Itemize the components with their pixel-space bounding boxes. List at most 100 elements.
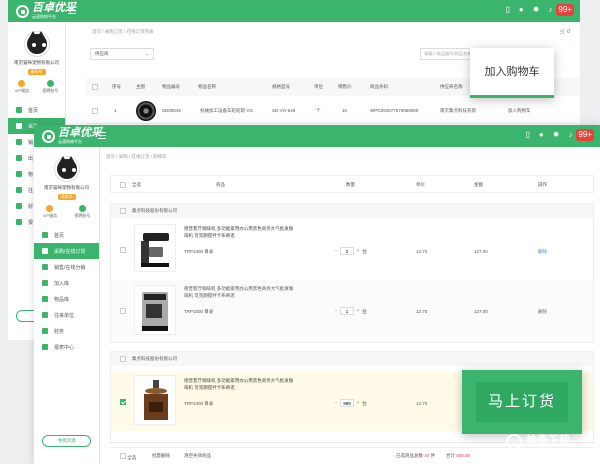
watermark-url: www.sqxz.com [534, 448, 568, 454]
quantity-stepper[interactable]: − +台 [332, 307, 367, 315]
footer-select-all[interactable]: 全选 [120, 453, 136, 461]
select-all-checkbox[interactable] [120, 182, 126, 189]
batch-delete-button[interactable]: 批量删除 [152, 453, 170, 459]
cart-counter[interactable]: 🛒 0 [560, 29, 570, 35]
vip-service[interactable]: VIP服务 [15, 80, 29, 94]
minus-icon[interactable]: − [332, 308, 340, 314]
callout-add-to-cart: 加入购物车 [470, 48, 554, 98]
item-checkbox[interactable] [120, 399, 126, 406]
cart-icon [16, 123, 22, 129]
minus-icon[interactable]: − [332, 248, 340, 254]
menu-toggle-icon[interactable] [68, 7, 76, 14]
item-desc[interactable]: 德普客厅咖啡机 多功能家用办公用黑色商务大气批发咖啡机 可克朗搅拌卡布奇诺 [184, 225, 296, 239]
brand-name: 百卓优采 [58, 127, 102, 139]
brand-sub: 云速购物平台 [58, 139, 82, 144]
plus-icon[interactable]: + [354, 400, 362, 406]
supplier-select[interactable]: 供应商 ⌄ [90, 48, 154, 60]
group-checkbox[interactable] [120, 208, 126, 215]
add-to-cart-link[interactable]: 加入购物车 [508, 108, 531, 114]
minus-icon[interactable]: − [332, 400, 340, 406]
nav-item-finance[interactable]: 财务 [34, 323, 99, 339]
item-desc[interactable]: 德普客厅咖啡机 多功能家用办公用黑色商务大气批发咖啡机 可克朗搅拌卡布奇诺 [184, 285, 296, 299]
total-amount: 合计 508.00 [446, 453, 471, 458]
top-icons: ▯ ● ✹ ♪ 99+ [505, 4, 574, 16]
badge-icon [78, 205, 86, 212]
nav-item-partners[interactable]: 往来单位 [34, 307, 99, 323]
col-header: 供应商名称 [440, 84, 463, 89]
box-icon [16, 171, 22, 177]
vip-service[interactable]: VIP服务 [43, 205, 57, 219]
row-barcode: WPO394577576969060 [370, 108, 419, 113]
recruit-account[interactable]: 招聘账号 [74, 205, 90, 219]
report-icon [16, 219, 22, 225]
account-tag: 采购号 [27, 69, 46, 75]
nav-item-purchase[interactable]: 采购/在线订货 [34, 243, 99, 259]
phone-icon[interactable]: ▯ [525, 129, 529, 141]
avatar [54, 156, 79, 181]
plus-icon[interactable]: + [354, 248, 362, 254]
watermark-name: 神奇下载 [526, 435, 570, 447]
badge-icon [46, 80, 54, 87]
row-name: 机械加工设备车轮轮毂-VG [200, 108, 253, 113]
gear-icon[interactable]: ✹ [553, 129, 560, 141]
nav-item[interactable]: 首页 [8, 102, 65, 118]
watermark-icon [506, 434, 522, 450]
quantity-field[interactable] [340, 399, 354, 407]
recruit-account[interactable]: 招聘账号 [42, 80, 58, 94]
order-now-button[interactable]: 马上订货 [476, 382, 568, 422]
notification-badge: 99+ [576, 129, 594, 141]
col-header: 商品条码 [370, 84, 388, 89]
nav-item-home[interactable]: 首页 [34, 227, 99, 243]
plus-icon[interactable]: + [354, 308, 362, 314]
item-checkbox[interactable] [120, 247, 126, 254]
selected-count: 已选商品总数 40 件 [396, 453, 436, 458]
bell-icon[interactable]: ♪ [548, 4, 552, 16]
col-header: 单价 [416, 182, 425, 187]
quantity-field[interactable] [340, 307, 354, 315]
header-checkbox[interactable] [92, 84, 98, 91]
top-bar: 百卓优采 云速购物平台 ▯ ● ✹ ♪ 99+ [34, 125, 600, 147]
quantity-stepper[interactable]: − +台 [332, 399, 367, 407]
unit-label: 台 [362, 400, 368, 407]
chat-icon[interactable]: ● [519, 4, 524, 16]
finance-icon [16, 203, 22, 209]
sidebar-nav: 首页 采购/在线订货 销售/在线分销 加入库 物品库 往来单位 财务 报表中心 [34, 227, 99, 355]
menu-toggle-icon[interactable] [98, 132, 106, 139]
logo: 百卓优采 云速购物平台 [42, 128, 102, 144]
sidebar: 南京猫咪宠物有限公司 采购号 VIP服务 招聘账号 首页 采购/在线订货 销售/… [34, 147, 100, 464]
home-icon [42, 232, 48, 238]
row-checkbox[interactable] [92, 108, 98, 115]
delete-link[interactable]: 删除 [538, 249, 547, 255]
chat-icon[interactable]: ● [539, 129, 544, 141]
item-checkbox[interactable] [120, 308, 126, 315]
nav-item-goods[interactable]: 物品库 [34, 291, 99, 307]
box-icon [42, 296, 48, 302]
quantity-field[interactable] [340, 247, 354, 255]
col-header: 单位 [314, 84, 323, 89]
col-header: 序号 [112, 84, 121, 89]
nav-item-sales[interactable]: 销售/在线分销 [34, 259, 99, 275]
row-index: 1 [114, 108, 117, 113]
find-source-button[interactable]: 寻找货源 [42, 435, 91, 447]
breadcrumb: 首页 / 采购订货 / 在线订货列表 [92, 29, 154, 34]
item-amount: 127.00 [474, 249, 488, 254]
item-code: TRP1000 目录 [184, 309, 214, 314]
col-header: 数量 [346, 182, 355, 187]
user-icon [42, 312, 48, 318]
delete-link[interactable]: 删除 [538, 309, 547, 315]
group-checkbox[interactable] [120, 356, 126, 363]
item-desc[interactable]: 德普客厅咖啡机 多功能家用办公用黑色商务大气批发咖啡机 可克朗搅拌卡布奇诺 [184, 377, 296, 391]
supplier-bar [111, 352, 593, 366]
quantity-stepper[interactable]: − +台 [332, 247, 367, 255]
clear-invalid-button[interactable]: 清空失效商品 [184, 453, 211, 459]
supplier-name: 集点科技股份有限公司 [132, 208, 177, 213]
out-icon [16, 155, 22, 161]
logo-icon [16, 4, 29, 18]
col-header: 物品编号 [162, 84, 180, 89]
phone-icon[interactable]: ▯ [505, 4, 509, 16]
report-icon [42, 344, 48, 350]
nav-item-reports[interactable]: 报表中心 [34, 339, 99, 355]
nav-item-stock-in[interactable]: 加入库 [34, 275, 99, 291]
bell-icon[interactable]: ♪ [568, 129, 572, 141]
gear-icon[interactable]: ✹ [533, 4, 540, 16]
